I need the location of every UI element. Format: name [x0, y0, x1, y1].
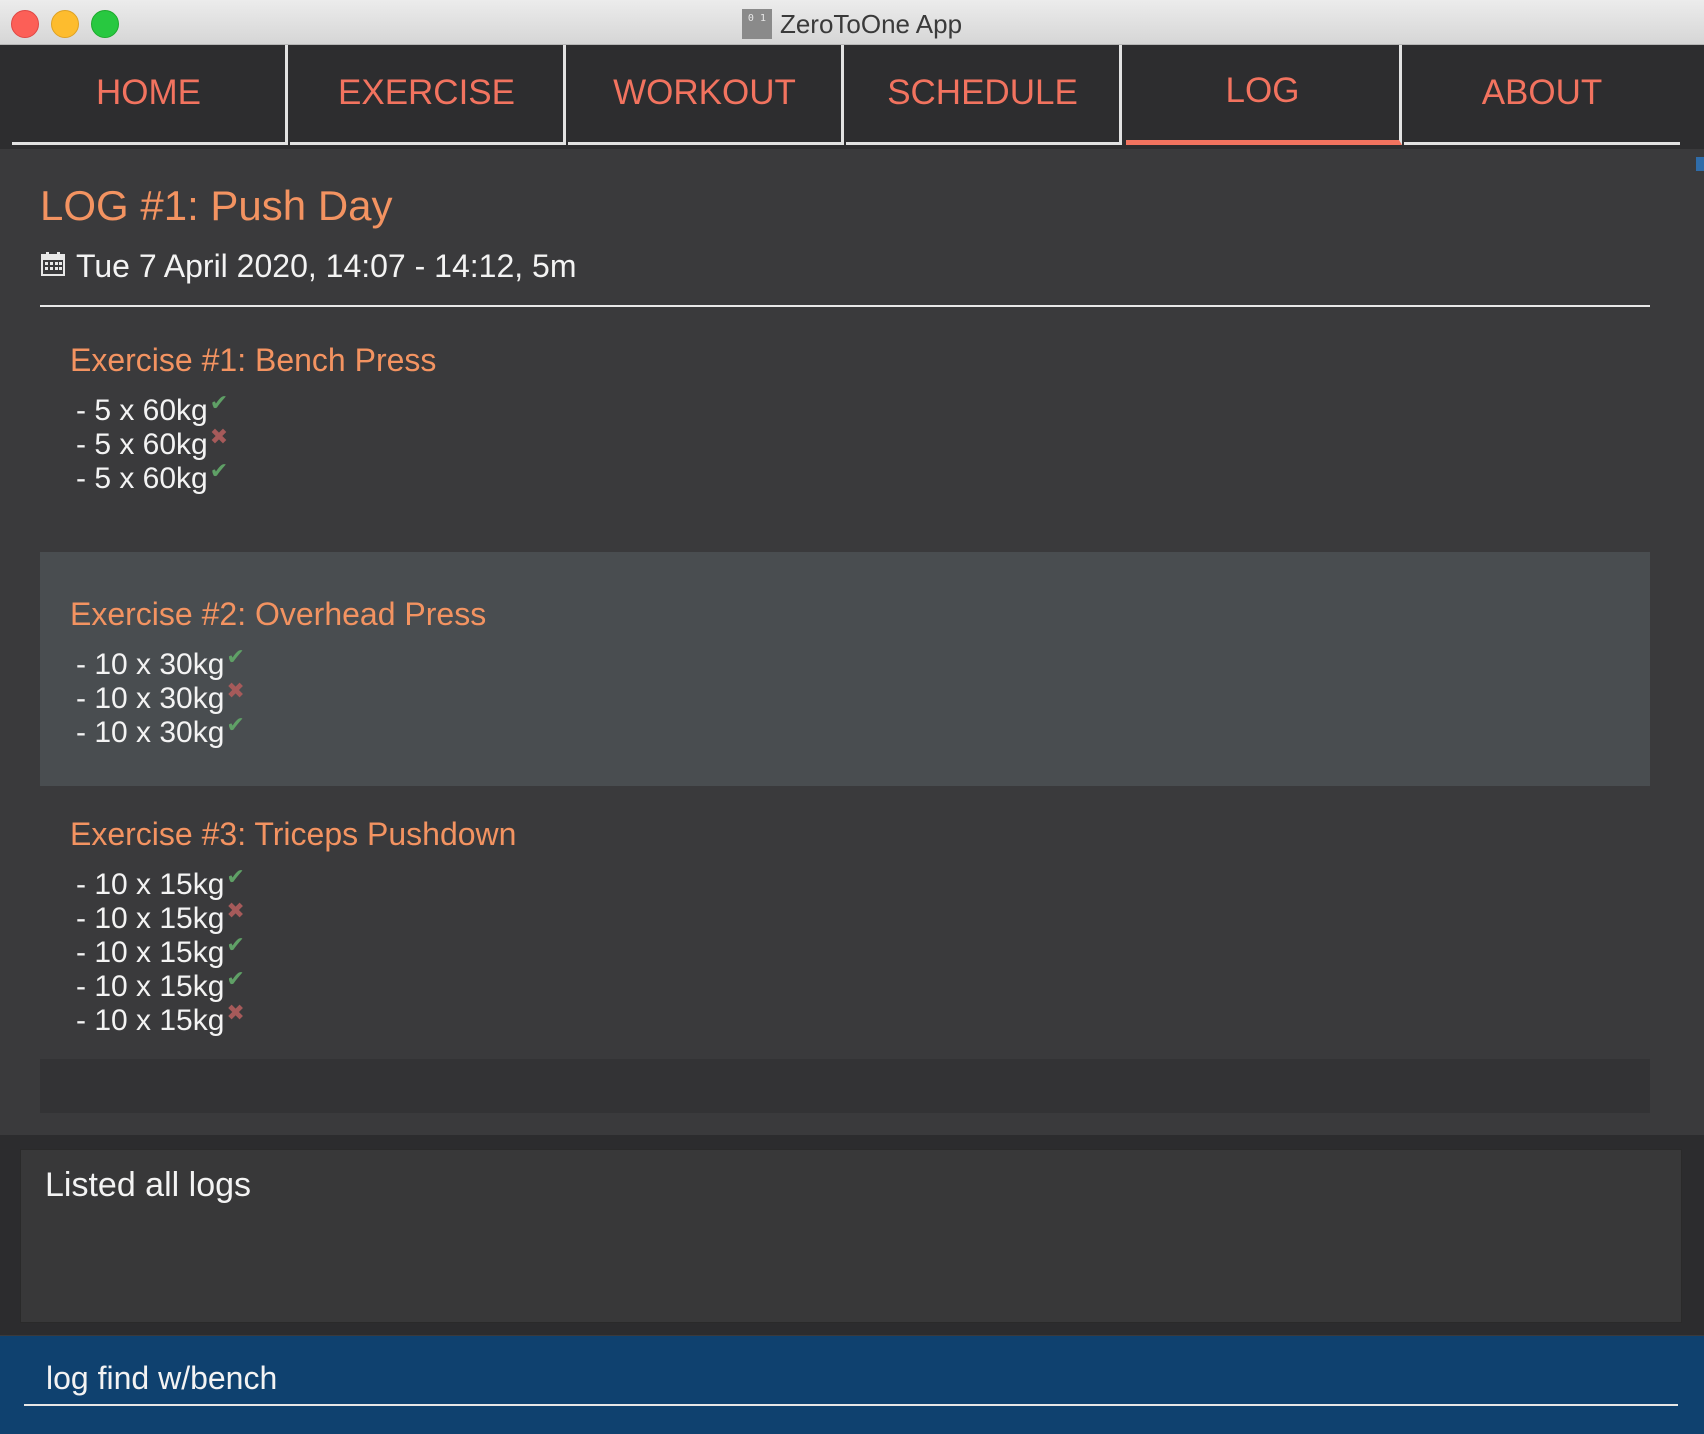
set-row: - 10 x 15kg ✔ [76, 932, 245, 970]
cross-icon: ✖ [226, 678, 245, 703]
exercise-card[interactable]: Exercise #1: Bench Press - 5 x 60kg ✔ - 5… [40, 324, 1650, 528]
set-text: - 5 x 60kg [76, 428, 208, 461]
divider [40, 305, 1650, 307]
exercise-card[interactable]: Exercise #3: Triceps Pushdown - 10 x 15k… [40, 786, 1650, 1056]
app-window: 0 1 ZeroToOne App HOME EXERCISE WORKOUT S… [0, 0, 1704, 1434]
command-box-area [0, 1336, 1704, 1434]
window-title-group: 0 1 ZeroToOne App [0, 6, 1704, 40]
set-text: - 5 x 60kg [76, 462, 208, 495]
cross-icon: ✖ [209, 424, 229, 449]
set-text: - 10 x 30kg [76, 716, 225, 749]
exercise-title: Exercise #2: Overhead Press [70, 596, 487, 632]
log-date-row: Tue 7 April 2020, 14:07 - 14:12, 5m [40, 248, 576, 285]
set-text: - 10 x 15kg [76, 936, 225, 969]
tab-bar: HOME EXERCISE WORKOUT SCHEDULE LOG ABOUT [0, 45, 1704, 149]
set-row: - 5 x 60kg ✔ [76, 390, 228, 428]
set-text: - 10 x 15kg [76, 902, 225, 935]
scrollbar[interactable] [1696, 157, 1704, 171]
cross-icon: ✖ [226, 1000, 245, 1025]
result-display-area: Listed all logs [0, 1135, 1704, 1335]
set-row: - 10 x 15kg ✖ [76, 898, 245, 936]
app-icon: 0 1 [741, 9, 772, 40]
set-row: - 10 x 30kg ✖ [76, 678, 245, 716]
tab-about[interactable]: ABOUT [1404, 45, 1680, 145]
tab-home[interactable]: HOME [12, 45, 288, 145]
tab-workout[interactable]: WORKOUT [568, 45, 844, 145]
set-row: - 10 x 15kg ✖ [76, 1000, 245, 1038]
tab-exercise[interactable]: EXERCISE [290, 45, 566, 145]
calendar-icon [40, 248, 66, 285]
check-icon: ✔ [226, 644, 245, 669]
result-display[interactable]: Listed all logs [20, 1149, 1682, 1323]
check-icon: ✔ [226, 864, 245, 889]
exercise-title: Exercise #1: Bench Press [70, 342, 437, 378]
empty-list-row [40, 1059, 1650, 1113]
set-text: - 10 x 30kg [76, 648, 225, 681]
set-text: - 10 x 30kg [76, 682, 225, 715]
check-icon: ✔ [226, 966, 245, 991]
tab-schedule[interactable]: SCHEDULE [846, 45, 1122, 145]
exercise-card-selected[interactable]: Exercise #2: Overhead Press - 10 x 30kg ✔… [40, 552, 1650, 786]
cross-icon: ✖ [226, 898, 245, 923]
window-title: ZeroToOne App [779, 9, 963, 40]
set-text: - 10 x 15kg [76, 970, 225, 1003]
set-row: - 5 x 60kg ✖ [76, 424, 228, 462]
check-icon: ✔ [226, 932, 245, 957]
exercise-title: Exercise #3: Triceps Pushdown [70, 816, 517, 852]
log-title: LOG #1: Push Day [40, 182, 393, 229]
result-message: Listed all logs [45, 1166, 252, 1204]
set-row: - 10 x 30kg ✔ [76, 644, 245, 682]
log-detail-panel: LOG #1: Push Day Tue 7 April 2020, 14:07… [12, 152, 1650, 1134]
set-text: - 10 x 15kg [76, 1004, 225, 1037]
command-input[interactable] [24, 1352, 1678, 1406]
set-text: - 5 x 60kg [76, 394, 208, 427]
set-row: - 5 x 60kg ✔ [76, 458, 228, 496]
set-text: - 10 x 15kg [76, 868, 225, 901]
set-row: - 10 x 15kg ✔ [76, 966, 245, 1004]
title-bar: 0 1 ZeroToOne App [0, 0, 1704, 45]
check-icon: ✔ [209, 390, 229, 415]
tab-log[interactable]: LOG [1126, 45, 1402, 145]
set-row: - 10 x 30kg ✔ [76, 712, 245, 750]
set-row: - 10 x 15kg ✔ [76, 864, 245, 902]
check-icon: ✔ [226, 712, 245, 737]
log-date: Tue 7 April 2020, 14:07 - 14:12, 5m [76, 248, 577, 284]
check-icon: ✔ [209, 458, 229, 483]
